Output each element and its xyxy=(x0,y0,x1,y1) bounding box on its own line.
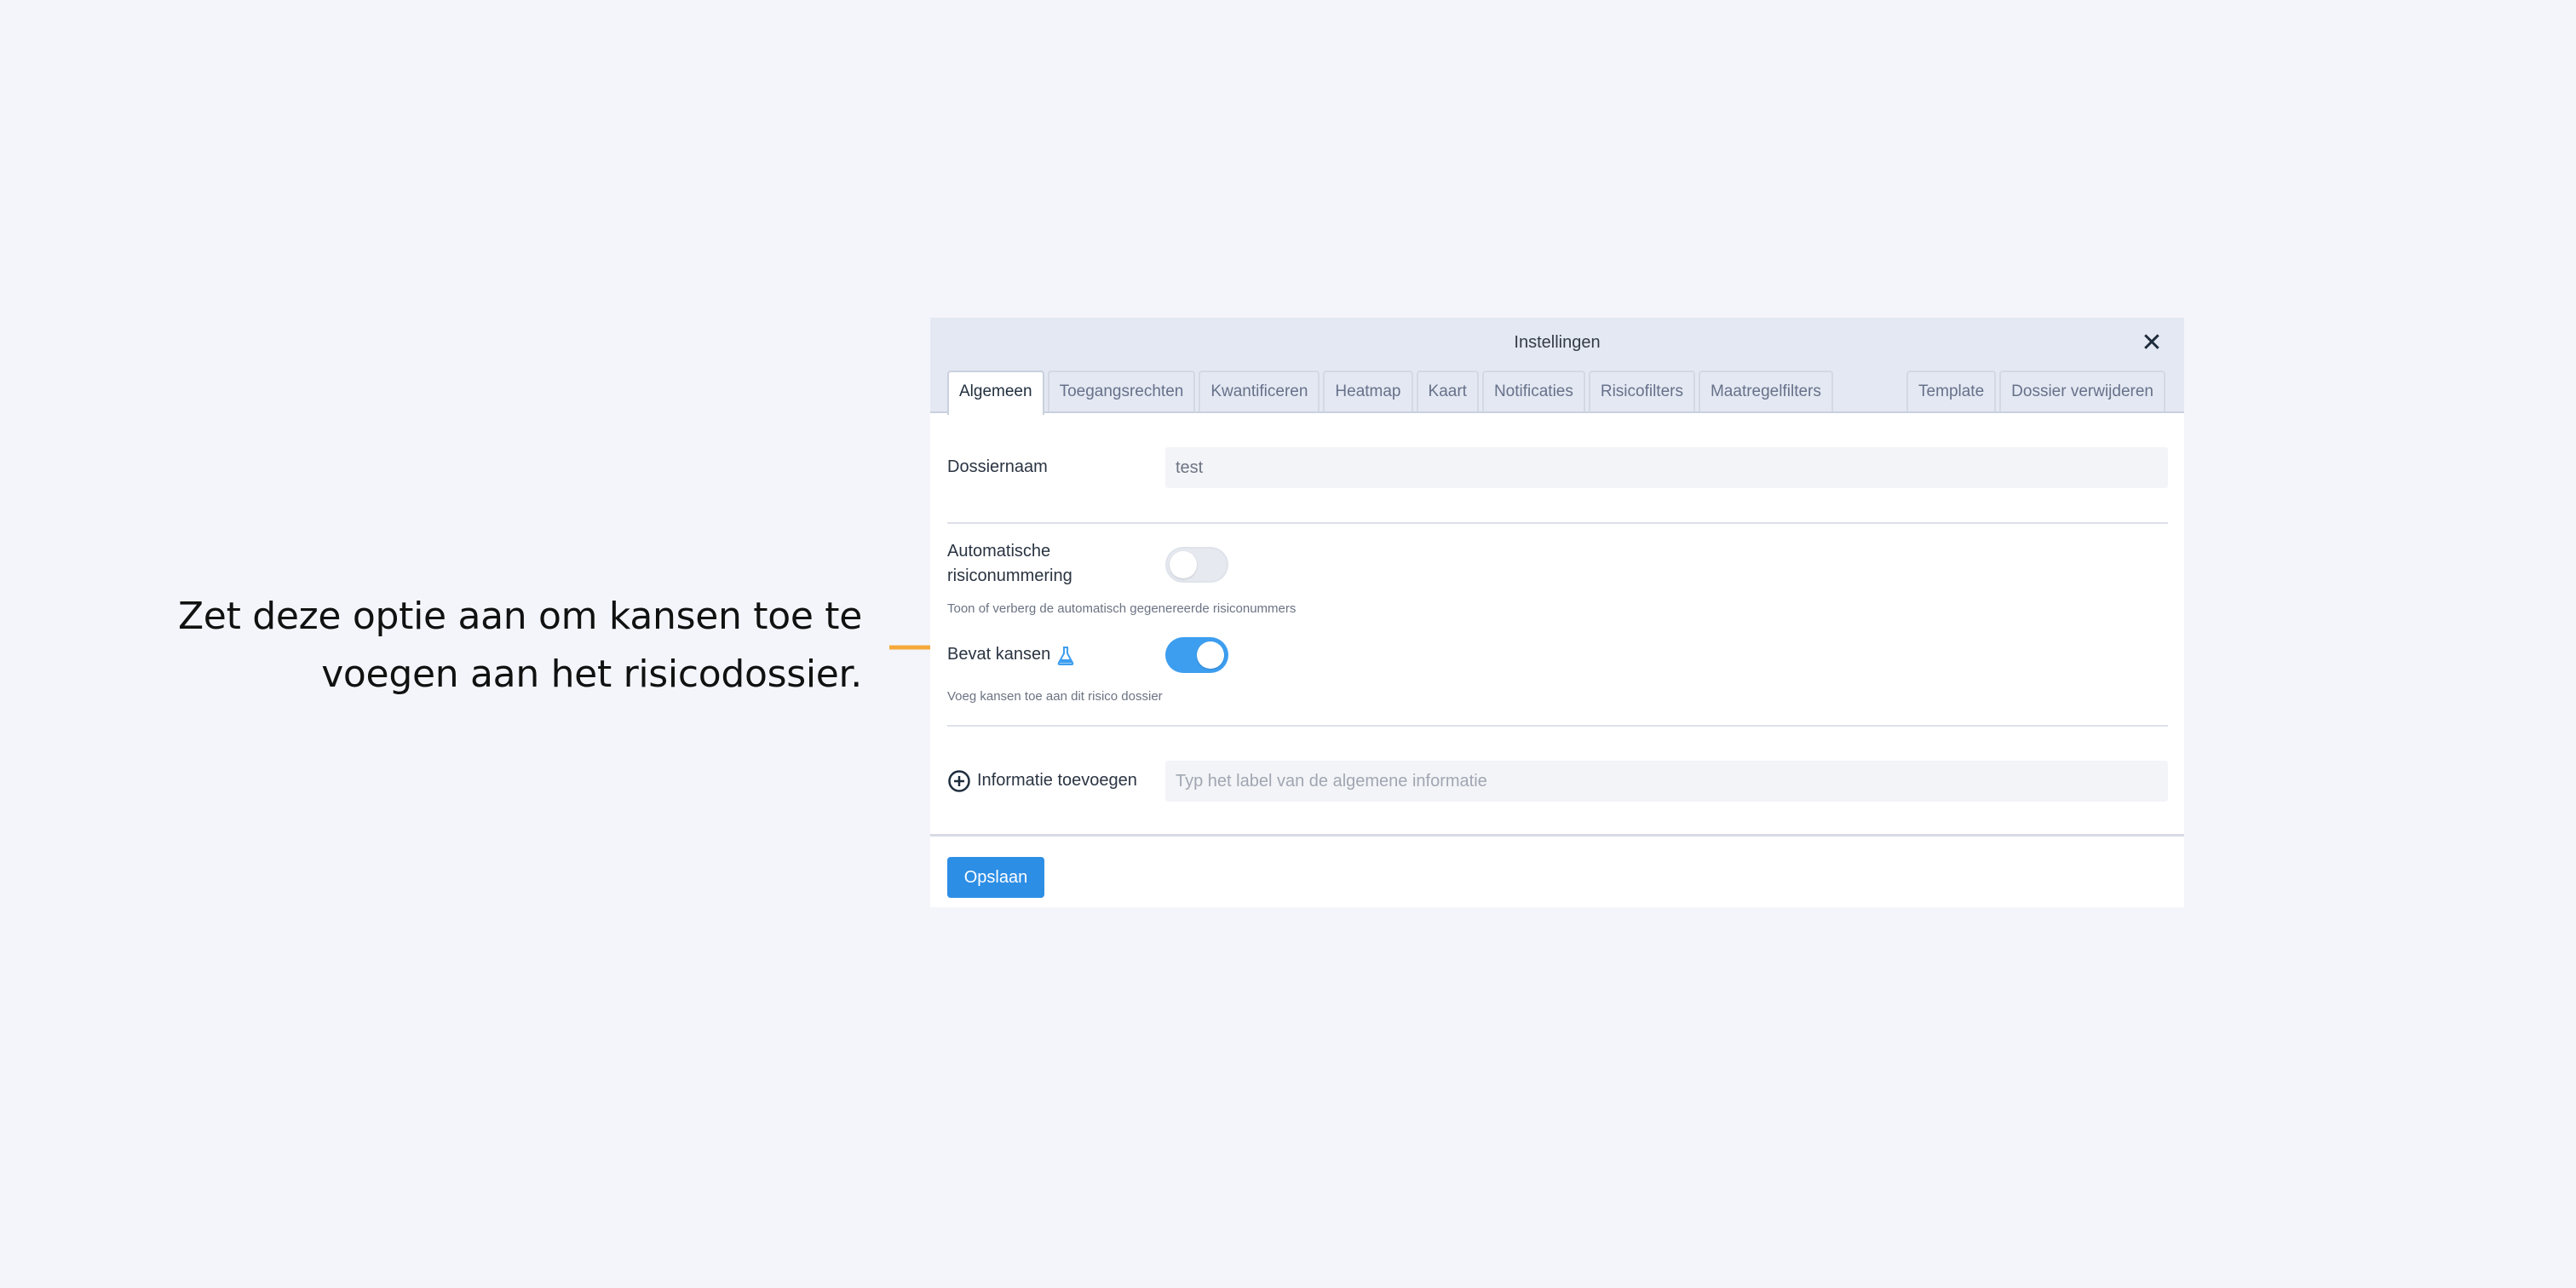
tab-maatregelfilters[interactable]: Maatregelfilters xyxy=(1698,371,1833,411)
modal-title: Instellingen xyxy=(1514,333,1601,352)
dossiernaam-input[interactable] xyxy=(1165,447,2168,488)
tab-template[interactable]: Template xyxy=(1906,371,1997,411)
tab-bar-left: Algemeen Toegangsrechten Kwantificeren H… xyxy=(947,371,1833,415)
bevat-kansen-help: Voeg kansen toe aan dit risico dossier xyxy=(947,689,1163,704)
tab-notificaties[interactable]: Notificaties xyxy=(1481,371,1585,411)
dossiernaam-label: Dossiernaam xyxy=(947,457,1048,476)
auto-numbering-label-line-2: risiconummering xyxy=(947,566,1072,585)
auto-numbering-help: Toon of verberg de automatisch gegeneree… xyxy=(947,601,1297,616)
tab-risicofilters[interactable]: Risicofilters xyxy=(1588,371,1695,411)
callout-line-1: Zet deze optie aan om kansen toe te xyxy=(177,595,862,638)
bevat-kansen-label: Bevat kansen xyxy=(947,645,1051,664)
info-label-input[interactable] xyxy=(1165,761,2168,802)
tab-heatmap[interactable]: Heatmap xyxy=(1323,371,1413,411)
divider xyxy=(947,725,2168,727)
auto-numbering-label-line-1: Automatische xyxy=(947,542,1051,561)
instruction-callout: Zet deze optie aan om kansen toe te voeg… xyxy=(95,588,862,704)
auto-numbering-label: Automatische risiconummering xyxy=(947,539,1072,589)
tab-kaart[interactable]: Kaart xyxy=(1416,371,1479,411)
save-button[interactable]: Opslaan xyxy=(947,857,1044,898)
modal-header: Instellingen ✕ Algemeen Toegangsrechten … xyxy=(930,318,2184,415)
bevat-kansen-toggle[interactable] xyxy=(1165,637,1228,673)
tab-toegangsrechten[interactable]: Toegangsrechten xyxy=(1047,371,1196,411)
tab-bar-right: Template Dossier verwijderen xyxy=(1906,371,2165,413)
plus-circle-icon[interactable] xyxy=(947,769,971,793)
beaker-icon xyxy=(1057,647,1074,665)
toggle-knob xyxy=(1197,641,1224,669)
modal-footer: Opslaan xyxy=(930,834,2184,907)
tab-dossier-verwijderen[interactable]: Dossier verwijderen xyxy=(1999,371,2165,411)
tab-algemeen[interactable]: Algemeen xyxy=(947,371,1044,415)
close-icon[interactable]: ✕ xyxy=(2138,330,2165,357)
info-add-label[interactable]: Informatie toevoegen xyxy=(977,768,1137,793)
tab-kwantificeren[interactable]: Kwantificeren xyxy=(1199,371,1320,411)
divider xyxy=(947,522,2168,524)
toggle-knob xyxy=(1170,551,1197,578)
callout-line-2: voegen aan het risicodossier. xyxy=(321,653,862,696)
auto-numbering-toggle[interactable] xyxy=(1165,547,1228,583)
settings-modal: Instellingen ✕ Algemeen Toegangsrechten … xyxy=(930,318,2184,907)
